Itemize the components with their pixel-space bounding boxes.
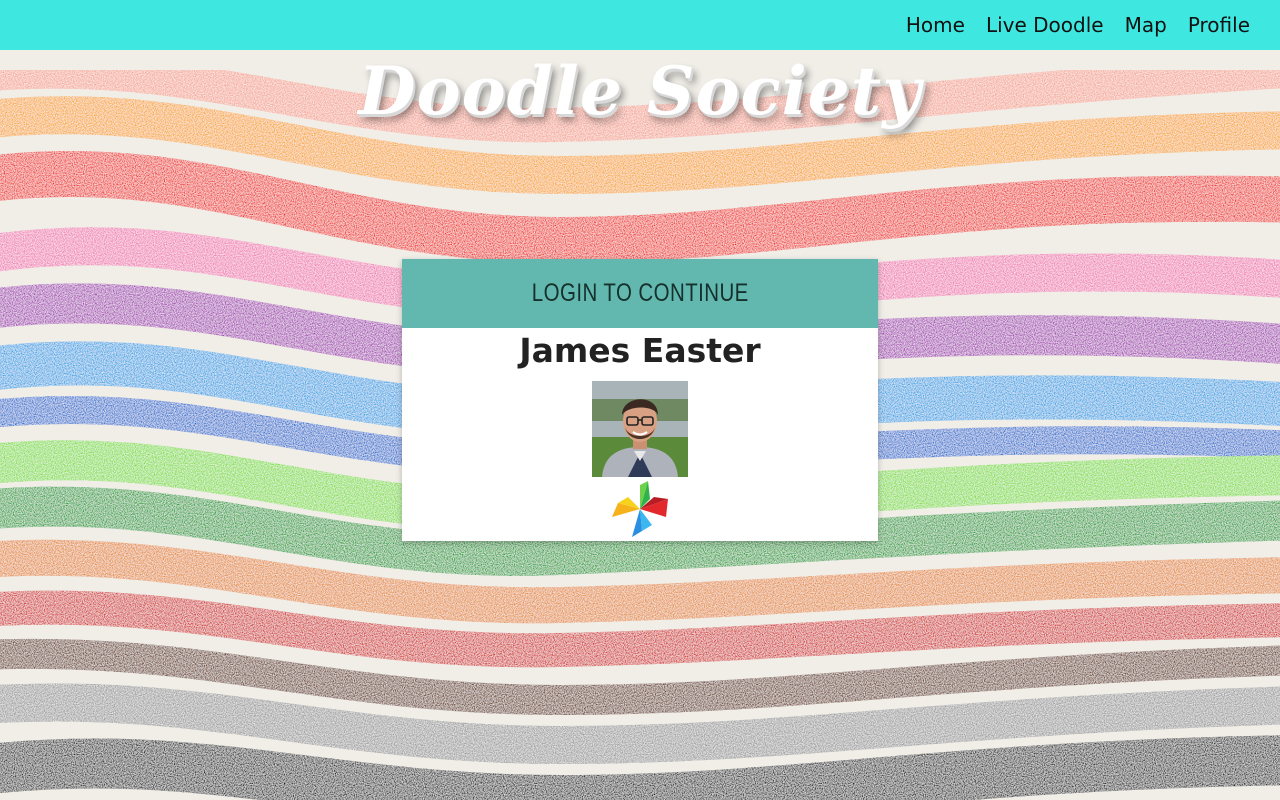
nav-link-profile[interactable]: Profile (1188, 13, 1250, 37)
pinwheel-icon (612, 481, 668, 537)
nav-link-home[interactable]: Home (906, 13, 965, 37)
top-navbar: Home Live Doodle Map Profile (0, 0, 1280, 50)
login-card-header: LOGIN TO CONTINUE (402, 259, 878, 328)
user-name: James Easter (519, 331, 761, 370)
site-title: Doodle Society (358, 52, 922, 130)
avatar[interactable] (592, 381, 688, 477)
user-photo-icon (592, 381, 688, 477)
pinwheel-logo (608, 477, 672, 541)
login-card: LOGIN TO CONTINUE James Easter (402, 259, 878, 541)
login-header-text: LOGIN TO CONTINUE (531, 279, 749, 307)
nav-link-map[interactable]: Map (1125, 13, 1167, 37)
nav-links: Home Live Doodle Map Profile (906, 0, 1250, 50)
nav-link-live-doodle[interactable]: Live Doodle (986, 13, 1104, 37)
